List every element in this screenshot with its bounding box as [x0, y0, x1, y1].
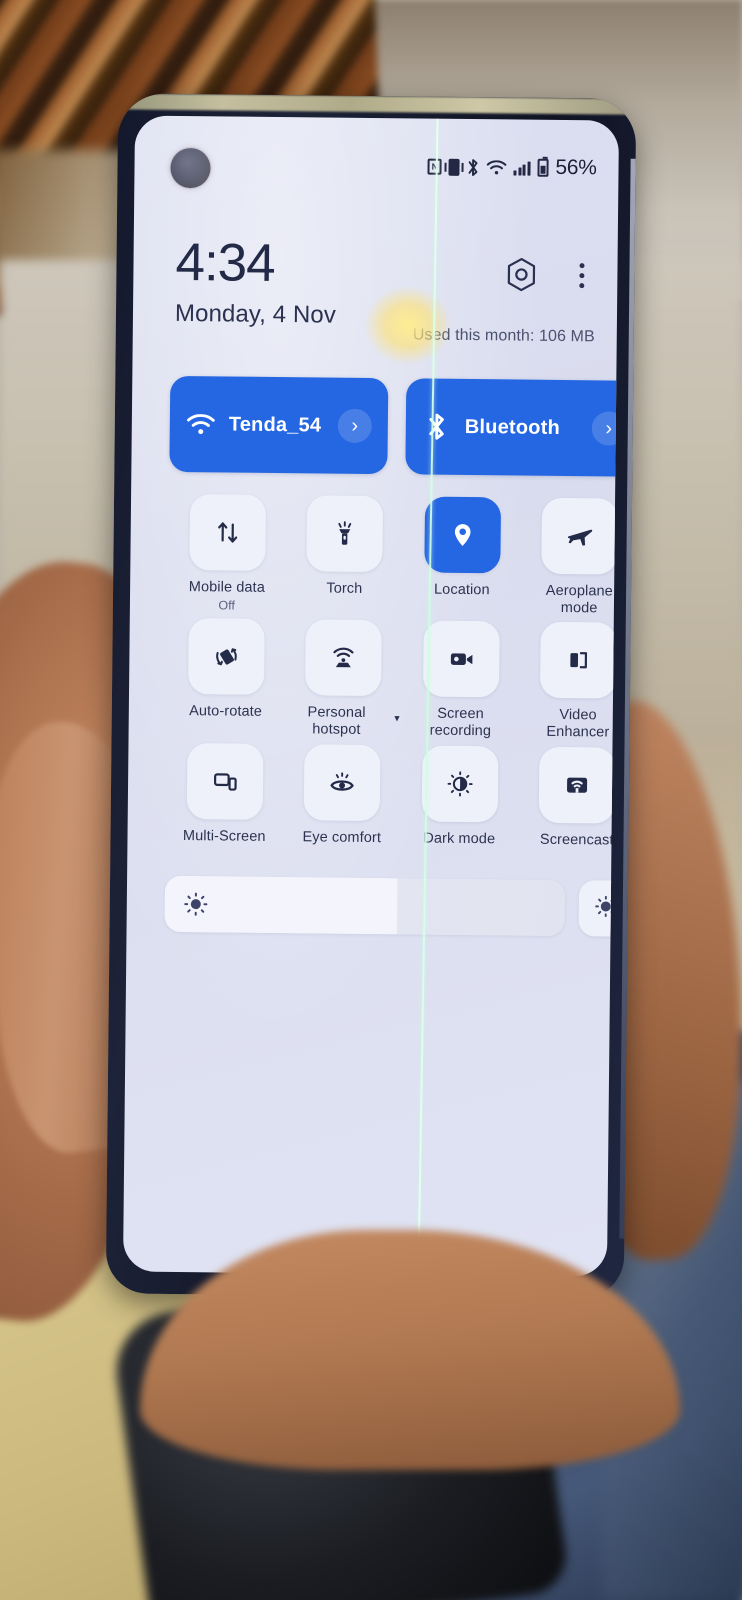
- location-button[interactable]: [424, 496, 501, 574]
- front-camera-punch-hole: [170, 147, 211, 189]
- tile-aeroplane-mode[interactable]: Aeroplane mode: [520, 497, 619, 618]
- primary-toggles: Tenda_54 › Bluetooth ›: [169, 375, 620, 477]
- chevron-right-icon[interactable]: ›: [591, 411, 620, 446]
- tile-auto-rotate[interactable]: Auto-rotate: [167, 618, 286, 738]
- bluetooth-toggle-tile[interactable]: Bluetooth ›: [405, 378, 620, 477]
- bluetooth-label: Bluetooth: [464, 415, 561, 439]
- multi-screen-button[interactable]: [186, 742, 264, 820]
- hotspot-icon: [328, 643, 358, 673]
- status-bar: N 56%: [427, 155, 597, 181]
- screencast-icon: [562, 770, 592, 800]
- torch-button[interactable]: [306, 495, 384, 573]
- kebab-menu-icon[interactable]: [570, 259, 593, 292]
- tile-multi-screen[interactable]: Multi-Screen: [165, 742, 284, 846]
- tile-label: Dark mode: [423, 830, 496, 847]
- tile-sublabel: Off: [218, 598, 235, 613]
- tile-label: Screencast: [539, 831, 614, 849]
- header-actions: [502, 255, 593, 294]
- auto-rotate-button[interactable]: [187, 618, 265, 696]
- eye-comfort-button[interactable]: [303, 743, 381, 821]
- tile-mobile-data[interactable]: Mobile data Off: [168, 494, 287, 614]
- tile-screen-recording[interactable]: Screen recording: [402, 620, 521, 741]
- tile-video-enhancer[interactable]: Video Enhancer: [519, 622, 619, 742]
- vibrate-icon: [448, 158, 460, 176]
- tile-label: Personal hotspot: [307, 704, 366, 738]
- tile-label: Video Enhancer: [546, 707, 610, 741]
- battery-icon: [537, 158, 549, 177]
- wifi-toggle-tile[interactable]: Tenda_54 ›: [169, 375, 389, 475]
- wifi-icon: [487, 159, 507, 175]
- contrast-icon: [445, 768, 475, 798]
- dark-mode-button[interactable]: [421, 745, 499, 823]
- wifi-network-name: Tenda_54: [228, 412, 322, 436]
- personal-hotspot-button[interactable]: [305, 619, 383, 697]
- brightness-controls: A: [164, 875, 620, 937]
- clock-block: 4:34 Monday, 4 Nov: [174, 232, 337, 330]
- gear-icon[interactable]: [502, 255, 540, 293]
- multi-screen-icon: [210, 766, 240, 796]
- eye-icon: [327, 767, 357, 797]
- auto-brightness-button[interactable]: A: [578, 880, 620, 937]
- tile-screencast[interactable]: Screencast: [518, 746, 619, 849]
- tile-label: Eye comfort: [302, 828, 382, 846]
- tile-location[interactable]: Location: [403, 496, 522, 616]
- brightness-sun-icon: [183, 891, 209, 917]
- bluetooth-icon: [467, 157, 480, 176]
- auto-brightness-icon: A: [592, 893, 619, 923]
- screen-light-glare: [364, 285, 452, 365]
- tile-label: Torch: [326, 580, 363, 597]
- video-camera-icon: [446, 644, 476, 674]
- mobile-data-button[interactable]: [189, 494, 266, 571]
- chevron-right-icon[interactable]: ›: [337, 408, 373, 443]
- data-usage-label: Used this month: 106 MB: [412, 326, 595, 346]
- aeroplane-mode-button[interactable]: [541, 497, 619, 575]
- data-transfer-icon: [212, 517, 242, 547]
- tile-label: Multi-Screen: [182, 827, 266, 845]
- phone-screen: N 56% 4:34 Monday, 4 Nov Used this month…: [122, 115, 620, 1277]
- tile-dark-mode[interactable]: Dark mode: [400, 745, 519, 848]
- video-enhance-icon: [563, 645, 593, 675]
- tile-label: Aeroplane mode: [545, 582, 613, 617]
- location-pin-icon: [447, 520, 477, 550]
- screen-recording-button[interactable]: [422, 620, 500, 698]
- rotate-device-icon: [211, 642, 241, 672]
- battery-percent-label: 56%: [555, 155, 597, 180]
- clock-time: 4:34: [175, 232, 275, 293]
- bluetooth-icon: [422, 413, 452, 441]
- nfc-icon: N: [427, 158, 442, 175]
- video-enhancer-button[interactable]: [540, 622, 618, 699]
- flashlight-icon: [330, 519, 360, 549]
- tile-label: Screen recording: [429, 706, 492, 740]
- quick-settings-grid: Mobile data Off Torch Location Aeroplane…: [165, 494, 619, 849]
- tile-label: Location: [433, 581, 490, 599]
- brightness-slider[interactable]: [164, 875, 566, 937]
- tile-label: Mobile data: [188, 579, 265, 596]
- tile-label: Auto-rotate: [189, 703, 263, 721]
- tile-torch[interactable]: Torch: [285, 495, 404, 615]
- chevron-down-icon[interactable]: ▼: [393, 713, 402, 723]
- tile-personal-hotspot[interactable]: Personal hotspot ▼: [284, 619, 403, 739]
- phone-device: N 56% 4:34 Monday, 4 Nov Used this month…: [105, 93, 637, 1299]
- wifi-icon: [186, 413, 216, 435]
- screencast-button[interactable]: [538, 746, 616, 824]
- clock-date: Monday, 4 Nov: [174, 299, 337, 329]
- svg-text:A: A: [613, 911, 619, 922]
- signal-icon: [513, 160, 531, 176]
- tile-eye-comfort[interactable]: Eye comfort: [283, 743, 402, 847]
- airplane-icon: [565, 521, 595, 551]
